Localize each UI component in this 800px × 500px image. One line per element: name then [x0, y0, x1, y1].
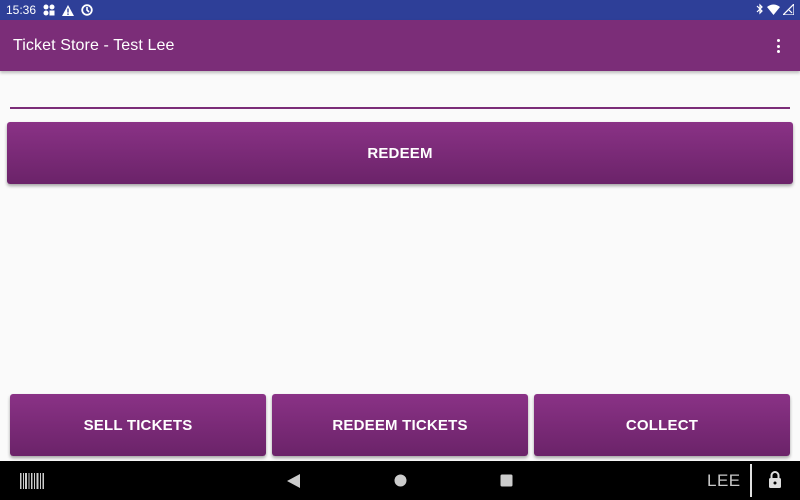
- apps-icon: [43, 4, 55, 16]
- lock-icon[interactable]: [768, 471, 782, 494]
- wifi-icon: [767, 4, 780, 15]
- collect-button[interactable]: COLLECT: [534, 394, 790, 456]
- app-bar: Ticket Store - Test Lee: [0, 20, 800, 71]
- warning-icon: [62, 4, 75, 16]
- app-title: Ticket Store - Test Lee: [13, 37, 175, 54]
- more-vert-icon[interactable]: [772, 37, 784, 55]
- sync-icon: [81, 4, 93, 16]
- signal-icon: [783, 3, 794, 15]
- barcode-icon[interactable]: [20, 473, 44, 494]
- nav-divider: [750, 464, 752, 497]
- status-time: 15:36: [6, 3, 37, 17]
- status-bar: 15:36: [0, 0, 800, 20]
- redeem-tickets-button[interactable]: REDEEM TICKETS: [272, 394, 528, 456]
- redeem-button[interactable]: REDEEM: [7, 122, 793, 184]
- navigation-bar: LEE: [0, 461, 800, 500]
- user-label: LEE: [707, 471, 741, 490]
- sell-tickets-button[interactable]: SELL TICKETS: [10, 394, 266, 456]
- back-icon[interactable]: [287, 474, 300, 493]
- home-icon[interactable]: [394, 474, 407, 492]
- ticket-input-container: [10, 80, 790, 109]
- bluetooth-icon: [756, 3, 764, 15]
- recents-icon[interactable]: [500, 474, 513, 492]
- ticket-input[interactable]: [10, 80, 790, 109]
